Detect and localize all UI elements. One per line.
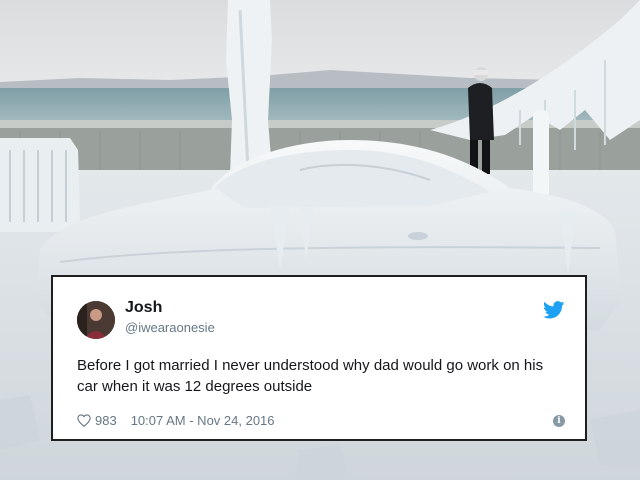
heart-icon[interactable] bbox=[77, 413, 91, 427]
info-icon[interactable]: i bbox=[553, 415, 565, 427]
tweet-card[interactable]: Josh @iwearaonesie Before I got married … bbox=[51, 275, 587, 441]
avatar[interactable] bbox=[77, 301, 115, 339]
like-count[interactable]: 983 bbox=[95, 413, 117, 428]
author-name[interactable]: Josh bbox=[125, 299, 162, 317]
twitter-bird-icon[interactable] bbox=[543, 301, 565, 319]
tweet-meta: 983 10:07 AM - Nov 24, 2016 bbox=[77, 411, 275, 429]
tweet-timestamp[interactable]: 10:07 AM - Nov 24, 2016 bbox=[131, 413, 275, 428]
tweet-text: Before I got married I never understood … bbox=[77, 357, 544, 395]
author-handle[interactable]: @iwearaonesie bbox=[125, 320, 215, 335]
